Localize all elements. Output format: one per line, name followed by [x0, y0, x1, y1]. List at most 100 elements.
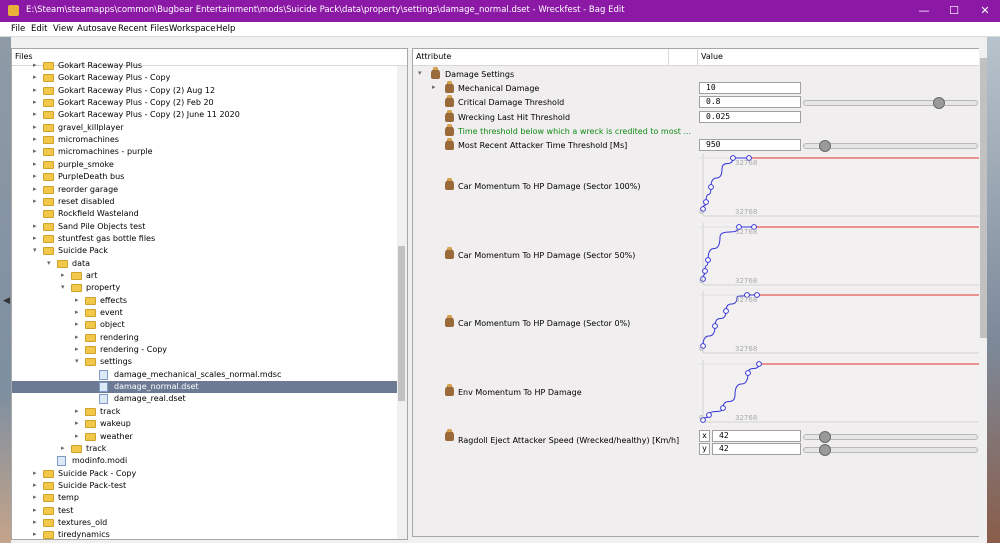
file-tree-folder[interactable]: ▸ PurpleDeath bus	[12, 171, 397, 183]
file-tree-folder[interactable]: ▸ object	[12, 319, 397, 331]
curve-control-point[interactable]	[705, 257, 711, 263]
collapse-arrow-icon[interactable]: ▾	[75, 357, 79, 365]
curve-control-point[interactable]	[720, 405, 726, 411]
file-tree-folder[interactable]: ▸ rendering	[12, 332, 397, 344]
expand-arrow-icon[interactable]: ▸	[33, 506, 37, 514]
file-tree-folder[interactable]: ▸ micromachines - purple	[12, 146, 397, 158]
damage-settings-group-row[interactable]: ▾ Damage Settings	[413, 67, 693, 81]
expand-arrow-icon[interactable]: ▸	[75, 407, 79, 415]
file-tree-folder[interactable]: ▸ Gokart Raceway Plus - Copy (2) Aug 12	[12, 85, 397, 97]
file-tree-folder[interactable]: ▸ Suicide Pack-test	[12, 480, 397, 492]
expand-arrow-icon[interactable]: ▸	[33, 172, 37, 180]
expand-arrow-icon[interactable]: ▸	[33, 234, 37, 242]
curve-control-point[interactable]	[703, 199, 709, 205]
collapse-arrow-icon[interactable]: ▾	[61, 283, 65, 291]
file-tree-folder[interactable]: ▸ Sand Pile Objects test	[12, 221, 397, 233]
expand-arrow-icon[interactable]: ▸	[33, 481, 37, 489]
mechanical-damage-input[interactable]: 10	[699, 82, 801, 94]
curve-control-point[interactable]	[745, 370, 751, 376]
attributes-scrollbar-thumb[interactable]	[980, 58, 987, 338]
file-tree-folder[interactable]: ▸ micromachines	[12, 134, 397, 146]
expand-arrow-icon[interactable]: ▸	[33, 493, 37, 501]
expand-arrow-icon[interactable]: ▸	[33, 110, 37, 118]
file-tree-folder[interactable]: ▸ tiredynamics	[12, 529, 397, 539]
curve-control-point[interactable]	[723, 308, 729, 314]
damage-curve-editor[interactable]: 32768 32768 0	[699, 291, 981, 356]
file-tree-folder[interactable]: ▸ track	[12, 443, 397, 455]
close-button[interactable]: ✕	[970, 0, 1000, 22]
file-tree-folder[interactable]: ▸ weather	[12, 431, 397, 443]
file-tree-folder[interactable]: ▸ Gokart Raceway Plus	[12, 60, 397, 72]
file-tree-folder[interactable]: ▸ wakeup	[12, 418, 397, 430]
expand-arrow-icon[interactable]: ▸	[33, 135, 37, 143]
menu-help[interactable]: Help	[216, 24, 235, 34]
file-tree-folder[interactable]: ▸ gravel_killplayer	[12, 122, 397, 134]
ragdoll-speed-x-input[interactable]: 42	[712, 430, 801, 442]
expand-arrow-icon[interactable]: ▸	[61, 444, 65, 452]
file-tree-folder[interactable]: ▸ temp	[12, 492, 397, 504]
file-tree-file[interactable]: damage_normal.dset	[12, 381, 397, 394]
expand-arrow-icon[interactable]: ▸	[75, 308, 79, 316]
curve-control-point[interactable]	[702, 268, 708, 274]
file-tree-folder[interactable]: Rockfield Wasteland	[12, 208, 397, 220]
ragdoll-speed-y-slider[interactable]	[803, 444, 978, 456]
menu-workspace[interactable]: Workspace	[169, 24, 215, 34]
collapse-arrow-icon[interactable]: ▾	[33, 246, 37, 254]
curve-control-point[interactable]	[706, 412, 712, 418]
attributes-scrollbar[interactable]	[979, 48, 987, 537]
files-scrollbar[interactable]	[397, 66, 407, 539]
expand-arrow-icon[interactable]: ▸	[33, 98, 37, 106]
file-tree-folder[interactable]: ▸ textures_old	[12, 517, 397, 529]
file-tree-file[interactable]: damage_mechanical_scales_normal.mdsc	[12, 369, 397, 381]
slider-knob[interactable]	[818, 444, 831, 456]
expand-arrow-icon[interactable]: ▸	[75, 432, 79, 440]
file-tree-folder[interactable]: ▾ settings	[12, 356, 397, 368]
file-tree-folder[interactable]: ▸ reorder garage	[12, 184, 397, 196]
menu-edit[interactable]: Edit	[31, 24, 47, 34]
expand-arrow-icon[interactable]: ▸	[75, 296, 79, 304]
wrecking-last-hit-threshold-input[interactable]: 0.025	[699, 111, 801, 123]
damage-curve-editor[interactable]: 32768 32768 0	[699, 223, 981, 288]
expand-arrow-icon[interactable]: ▸	[432, 83, 436, 91]
file-tree-file[interactable]: modinfo.modi	[12, 455, 397, 467]
file-tree-file[interactable]: damage_real.dset	[12, 393, 397, 405]
menu-view[interactable]: View	[53, 24, 73, 34]
collapse-arrow-icon[interactable]: ▾	[47, 259, 51, 267]
curve-control-point[interactable]	[756, 361, 762, 367]
file-tree-folder[interactable]: ▸ Gokart Raceway Plus - Copy	[12, 72, 397, 84]
file-tree-folder[interactable]: ▸ art	[12, 270, 397, 282]
menu-file[interactable]: File	[11, 24, 25, 34]
expand-arrow-icon[interactable]: ▸	[75, 345, 79, 353]
file-tree-folder[interactable]: ▾ property	[12, 282, 397, 294]
file-tree-folder[interactable]: ▸ reset disabled	[12, 196, 397, 208]
expand-arrow-icon[interactable]: ▸	[61, 271, 65, 279]
file-tree-folder[interactable]: ▸ effects	[12, 295, 397, 307]
expand-arrow-icon[interactable]: ▸	[33, 73, 37, 81]
files-scrollbar-thumb[interactable]	[398, 246, 405, 401]
curve-control-point[interactable]	[712, 323, 718, 329]
file-tree-folder[interactable]: ▸ rendering - Copy	[12, 344, 397, 356]
file-tree-folder[interactable]: ▾ data	[12, 258, 397, 270]
file-tree-folder[interactable]: ▸ test	[12, 505, 397, 517]
expand-arrow-icon[interactable]: ▸	[75, 320, 79, 328]
expand-arrow-icon[interactable]: ▸	[33, 147, 37, 155]
expand-arrow-icon[interactable]: ▾	[418, 69, 422, 77]
curve-control-point[interactable]	[708, 184, 714, 190]
file-tree-folder[interactable]: ▸ Suicide Pack - Copy	[12, 468, 397, 480]
slider-knob[interactable]	[818, 431, 831, 443]
expand-arrow-icon[interactable]: ▸	[33, 469, 37, 477]
recent-attacker-time-slider[interactable]	[803, 140, 978, 152]
slider-knob[interactable]	[818, 140, 831, 152]
expand-arrow-icon[interactable]: ▸	[33, 160, 37, 168]
expand-arrow-icon[interactable]: ▸	[75, 419, 79, 427]
file-tree-folder[interactable]: ▸ event	[12, 307, 397, 319]
expand-arrow-icon[interactable]: ▸	[33, 197, 37, 205]
collapse-panel-arrow-icon[interactable]: ◀	[3, 296, 10, 306]
file-tree-folder[interactable]: ▸ track	[12, 406, 397, 418]
file-tree-folder[interactable]: ▸ stuntfest gas bottle files	[12, 233, 397, 245]
critical-damage-threshold-slider[interactable]	[803, 97, 978, 109]
slider-knob[interactable]	[932, 97, 945, 109]
damage-curve-editor[interactable]: 32768 0	[699, 360, 981, 425]
expand-arrow-icon[interactable]: ▸	[75, 333, 79, 341]
critical-damage-threshold-input[interactable]: 0.8	[699, 96, 801, 108]
